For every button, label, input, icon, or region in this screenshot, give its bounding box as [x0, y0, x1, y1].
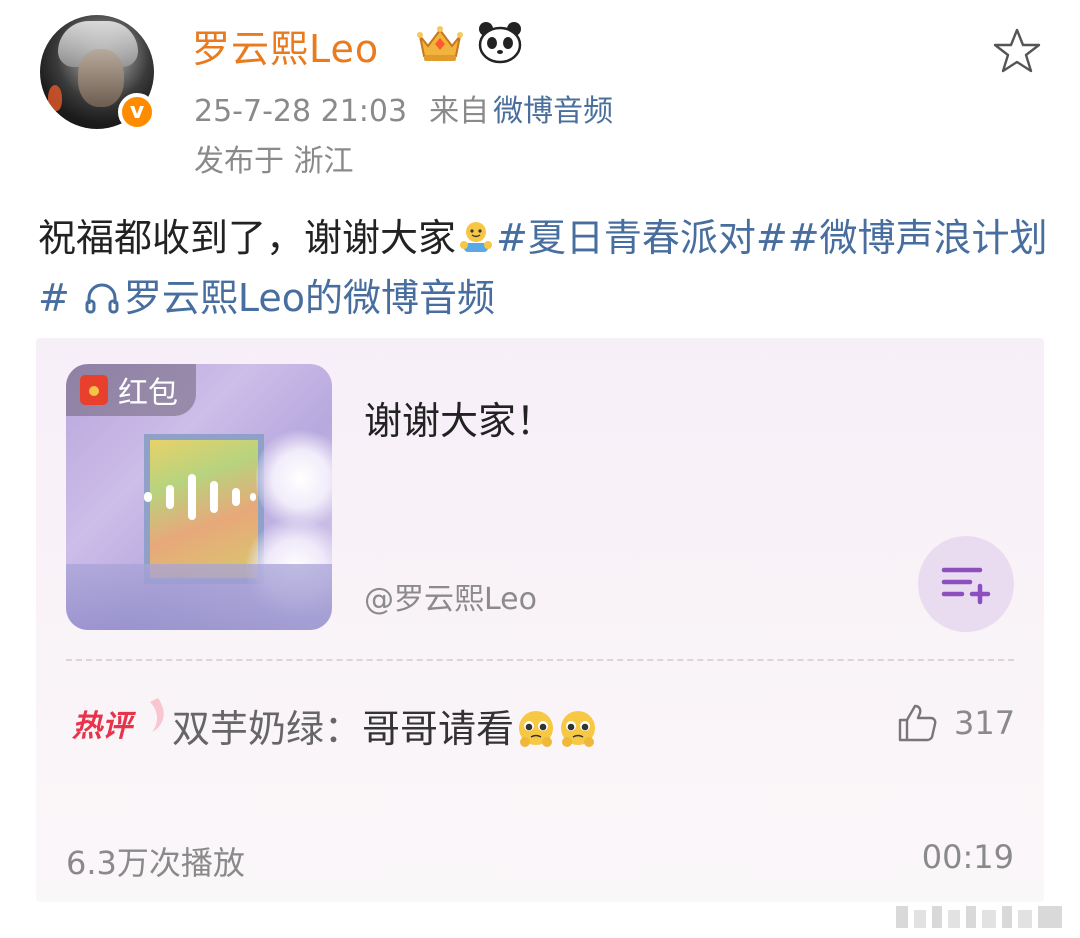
verified-badge-icon: v	[118, 93, 156, 131]
source-link[interactable]: 微博音频	[493, 94, 613, 129]
hashtag-summer-party[interactable]: #夏日青春派对#	[496, 216, 788, 260]
post-text: 祝福都收到了，谢谢大家 #夏日青春派对##微博声浪计划# 罗云熙Leo的微博音频	[38, 208, 1048, 328]
add-to-playlist-button[interactable]	[918, 536, 1014, 632]
hot-label: 热评	[72, 709, 137, 744]
watermark-icon	[896, 906, 1062, 928]
username[interactable]: 罗云熙Leo	[192, 18, 379, 73]
hot-comment-badge: 热评	[72, 698, 164, 744]
headphone-icon	[85, 283, 119, 314]
avatar-face	[78, 49, 124, 107]
post-meta: 25-7-28 21:03 来自 微博音频	[194, 86, 613, 130]
hot-comment[interactable]: 双芋奶绿：哥哥请看	[172, 698, 598, 753]
audio-wave-icon[interactable]	[142, 472, 258, 522]
from-label: 来自	[429, 94, 490, 129]
post-timestamp: 25-7-28 21:03	[194, 94, 408, 129]
panda-icon[interactable]	[476, 20, 524, 64]
red-packet-icon	[80, 375, 108, 405]
card-divider	[66, 659, 1014, 661]
audio-link[interactable]: 罗云熙Leo的微博音频	[124, 276, 495, 320]
pleading-emoji-icon	[561, 711, 596, 747]
cover-bed-art	[66, 564, 332, 630]
audio-duration: 00:19	[921, 838, 1014, 876]
pleading-emoji-icon	[519, 711, 554, 747]
audio-title[interactable]: 谢谢大家！	[364, 390, 554, 445]
hug-emoji-icon	[460, 222, 493, 252]
play-count: 6.3万次播放	[66, 844, 245, 882]
red-packet-badge[interactable]: 红包	[66, 364, 196, 416]
playlist-add-icon	[941, 567, 991, 605]
hot-comment-user[interactable]: 双芋奶绿：	[172, 707, 362, 751]
crown-icon[interactable]	[414, 22, 466, 64]
post-body: 祝福都收到了，谢谢大家	[38, 216, 457, 260]
like-count: 317	[954, 704, 1016, 742]
audio-cover[interactable]: 红包	[66, 364, 332, 630]
hot-comment-text: 哥哥请看	[362, 707, 515, 751]
audio-author[interactable]: @罗云熙Leo	[364, 574, 537, 618]
post-location: 发布于 浙江	[194, 144, 354, 179]
avatar-flame	[48, 85, 62, 111]
thumbs-up-icon[interactable]	[896, 702, 938, 744]
red-packet-label: 红包	[118, 376, 178, 411]
audio-card[interactable]: 红包 谢谢大家！ @罗云熙Leo 热评 双芋奶绿：哥哥请看 317 6.3万次播…	[36, 338, 1044, 902]
favorite-star-icon[interactable]	[992, 27, 1042, 75]
